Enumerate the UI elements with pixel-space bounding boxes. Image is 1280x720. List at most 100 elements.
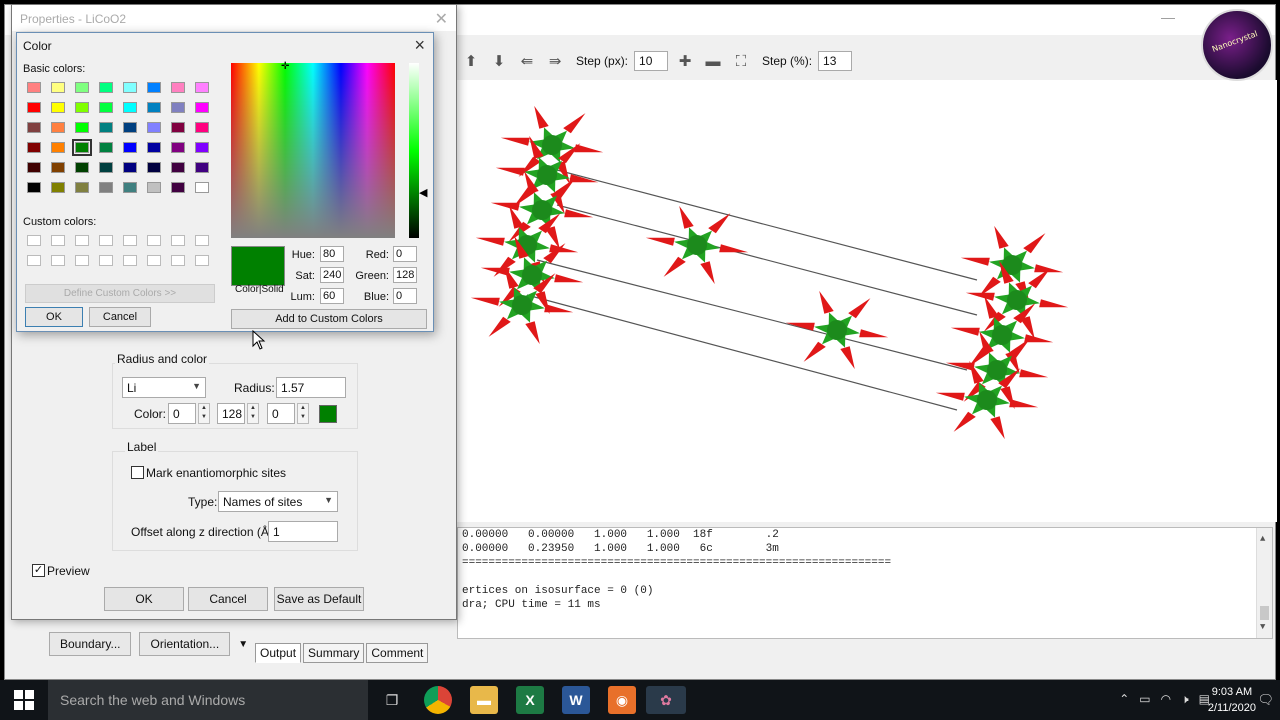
basic-color-swatch[interactable] <box>27 102 41 113</box>
basic-color-swatch[interactable] <box>75 82 89 93</box>
basic-color-swatch[interactable] <box>51 102 65 113</box>
move-up-icon[interactable]: ⬆ <box>460 50 482 72</box>
action-center-icon[interactable]: 🗨 <box>1257 692 1274 708</box>
custom-color-swatch[interactable] <box>195 235 209 246</box>
cancel-button[interactable]: Cancel <box>188 587 268 611</box>
network-icon[interactable]: ▭ <box>1139 692 1150 707</box>
luminosity-arrow-icon[interactable]: ◀ <box>419 186 427 199</box>
custom-color-swatch[interactable] <box>171 255 185 266</box>
color-ok-button[interactable]: OK <box>25 307 83 327</box>
label-type-select[interactable]: Names of sites ▼ <box>218 491 338 512</box>
basic-color-swatch[interactable] <box>171 142 185 153</box>
basic-color-swatch[interactable] <box>147 102 161 113</box>
basic-color-swatch[interactable] <box>27 162 41 173</box>
basic-color-swatch[interactable] <box>195 122 209 133</box>
basic-color-swatch[interactable] <box>99 82 113 93</box>
basic-color-swatch[interactable] <box>171 162 185 173</box>
basic-color-swatch[interactable] <box>171 82 185 93</box>
basic-color-swatch[interactable] <box>51 162 65 173</box>
basic-color-swatch[interactable] <box>147 122 161 133</box>
close-icon[interactable]: × <box>414 35 425 56</box>
move-right-icon[interactable]: ⇛ <box>544 50 566 72</box>
step-pct-input[interactable]: 13 <box>818 51 853 71</box>
chevron-down-icon[interactable]: ▼ <box>238 639 248 650</box>
move-left-icon[interactable]: ⇚ <box>516 50 538 72</box>
basic-color-swatch[interactable] <box>99 142 113 153</box>
basic-color-swatch[interactable] <box>195 162 209 173</box>
luminosity-bar[interactable] <box>409 63 419 238</box>
zoom-in-icon[interactable]: ✚ <box>674 50 696 72</box>
custom-color-swatch[interactable] <box>27 235 41 246</box>
basic-color-swatch[interactable] <box>123 142 137 153</box>
close-icon[interactable]: ✕ <box>435 9 448 29</box>
custom-color-swatch[interactable] <box>123 235 137 246</box>
save-as-default-button[interactable]: Save as Default <box>274 587 364 611</box>
structure-viewer[interactable] <box>457 80 1277 522</box>
color-g-input[interactable]: 128 <box>217 403 245 424</box>
color-b-input[interactable]: 0 <box>267 403 295 424</box>
basic-color-swatch[interactable] <box>75 162 89 173</box>
basic-color-swatch[interactable] <box>147 162 161 173</box>
ok-button[interactable]: OK <box>104 587 184 611</box>
hue-input[interactable]: 80 <box>320 246 344 262</box>
color-r-spinner[interactable]: ▲ ▼ <box>198 403 210 424</box>
custom-color-swatch[interactable] <box>123 255 137 266</box>
basic-color-swatch[interactable] <box>123 182 137 193</box>
element-select[interactable]: Li ▼ <box>122 377 206 398</box>
basic-color-swatch[interactable] <box>99 102 113 113</box>
zoom-out-icon[interactable]: ▬ <box>702 50 724 72</box>
basic-color-swatch[interactable] <box>171 122 185 133</box>
basic-color-swatch[interactable] <box>123 122 137 133</box>
minimize-icon[interactable]: — <box>1161 9 1175 25</box>
basic-color-swatch[interactable] <box>72 139 92 156</box>
color-g-spinner[interactable]: ▲ ▼ <box>247 403 259 424</box>
basic-color-swatch[interactable] <box>147 182 161 193</box>
taskbar-search-box[interactable]: Search the web and Windows <box>48 680 368 720</box>
scroll-down-icon[interactable]: ▼ <box>1260 620 1265 634</box>
mark-enantiomorphic-checkbox[interactable] <box>131 466 144 479</box>
basic-color-swatch[interactable] <box>195 142 209 153</box>
basic-color-swatch[interactable] <box>75 122 89 133</box>
volume-icon[interactable]: 🕨 <box>1181 692 1189 707</box>
basic-color-swatch[interactable] <box>171 102 185 113</box>
radius-input[interactable]: 1.57 <box>276 377 346 398</box>
basic-color-swatch[interactable] <box>27 122 41 133</box>
tab-summary[interactable]: Summary <box>303 643 365 663</box>
basic-color-swatch[interactable] <box>195 82 209 93</box>
color-spectrum[interactable] <box>231 63 395 238</box>
boundary-button[interactable]: Boundary... <box>49 632 132 656</box>
move-down-icon[interactable]: ⬇ <box>488 50 510 72</box>
excel-icon[interactable]: X <box>516 686 544 714</box>
scroll-up-icon[interactable]: ▲ <box>1260 532 1265 546</box>
basic-color-swatch[interactable] <box>51 142 65 153</box>
vesta-app-icon[interactable]: ✿ <box>646 686 686 714</box>
scroll-thumb[interactable] <box>1260 606 1269 620</box>
output-console[interactable]: 0.00000 0.00000 1.000 1.000 18f .2 0.0000… <box>457 527 1273 639</box>
word-icon[interactable]: W <box>562 686 590 714</box>
basic-color-swatch[interactable] <box>171 182 185 193</box>
basic-color-swatch[interactable] <box>195 182 209 193</box>
file-explorer-icon[interactable]: ▬ <box>470 686 498 714</box>
red-input[interactable]: 0 <box>393 246 417 262</box>
taskbar-clock[interactable]: 9:03 AM 2/11/2020 <box>1208 684 1256 716</box>
blue-input[interactable]: 0 <box>393 288 417 304</box>
preview-checkbox[interactable]: ✓ <box>32 564 45 577</box>
windows-start-icon[interactable] <box>14 690 34 710</box>
step-px-input[interactable]: 10 <box>634 51 669 71</box>
orientation-button[interactable]: Orientation... <box>139 632 231 656</box>
wifi-icon[interactable]: ◠ <box>1161 692 1171 707</box>
output-scrollbar[interactable]: ▲ ▼ <box>1256 528 1272 638</box>
basic-color-swatch[interactable] <box>147 82 161 93</box>
fit-to-window-icon[interactable]: ⛶ <box>730 50 752 72</box>
tab-comment[interactable]: Comment <box>366 643 429 663</box>
custom-color-swatch[interactable] <box>171 235 185 246</box>
chrome-icon[interactable] <box>424 686 452 714</box>
tab-output[interactable]: Output <box>255 643 302 663</box>
basic-color-swatch[interactable] <box>123 162 137 173</box>
color-b-spinner[interactable]: ▲ ▼ <box>297 403 309 424</box>
basic-color-swatch[interactable] <box>99 122 113 133</box>
add-to-custom-colors-button[interactable]: Add to Custom Colors <box>231 309 427 329</box>
basic-color-swatch[interactable] <box>27 182 41 193</box>
tray-chevron-up-icon[interactable]: ⌃ <box>1119 692 1129 707</box>
orange-app-icon[interactable]: ◉ <box>608 686 636 714</box>
